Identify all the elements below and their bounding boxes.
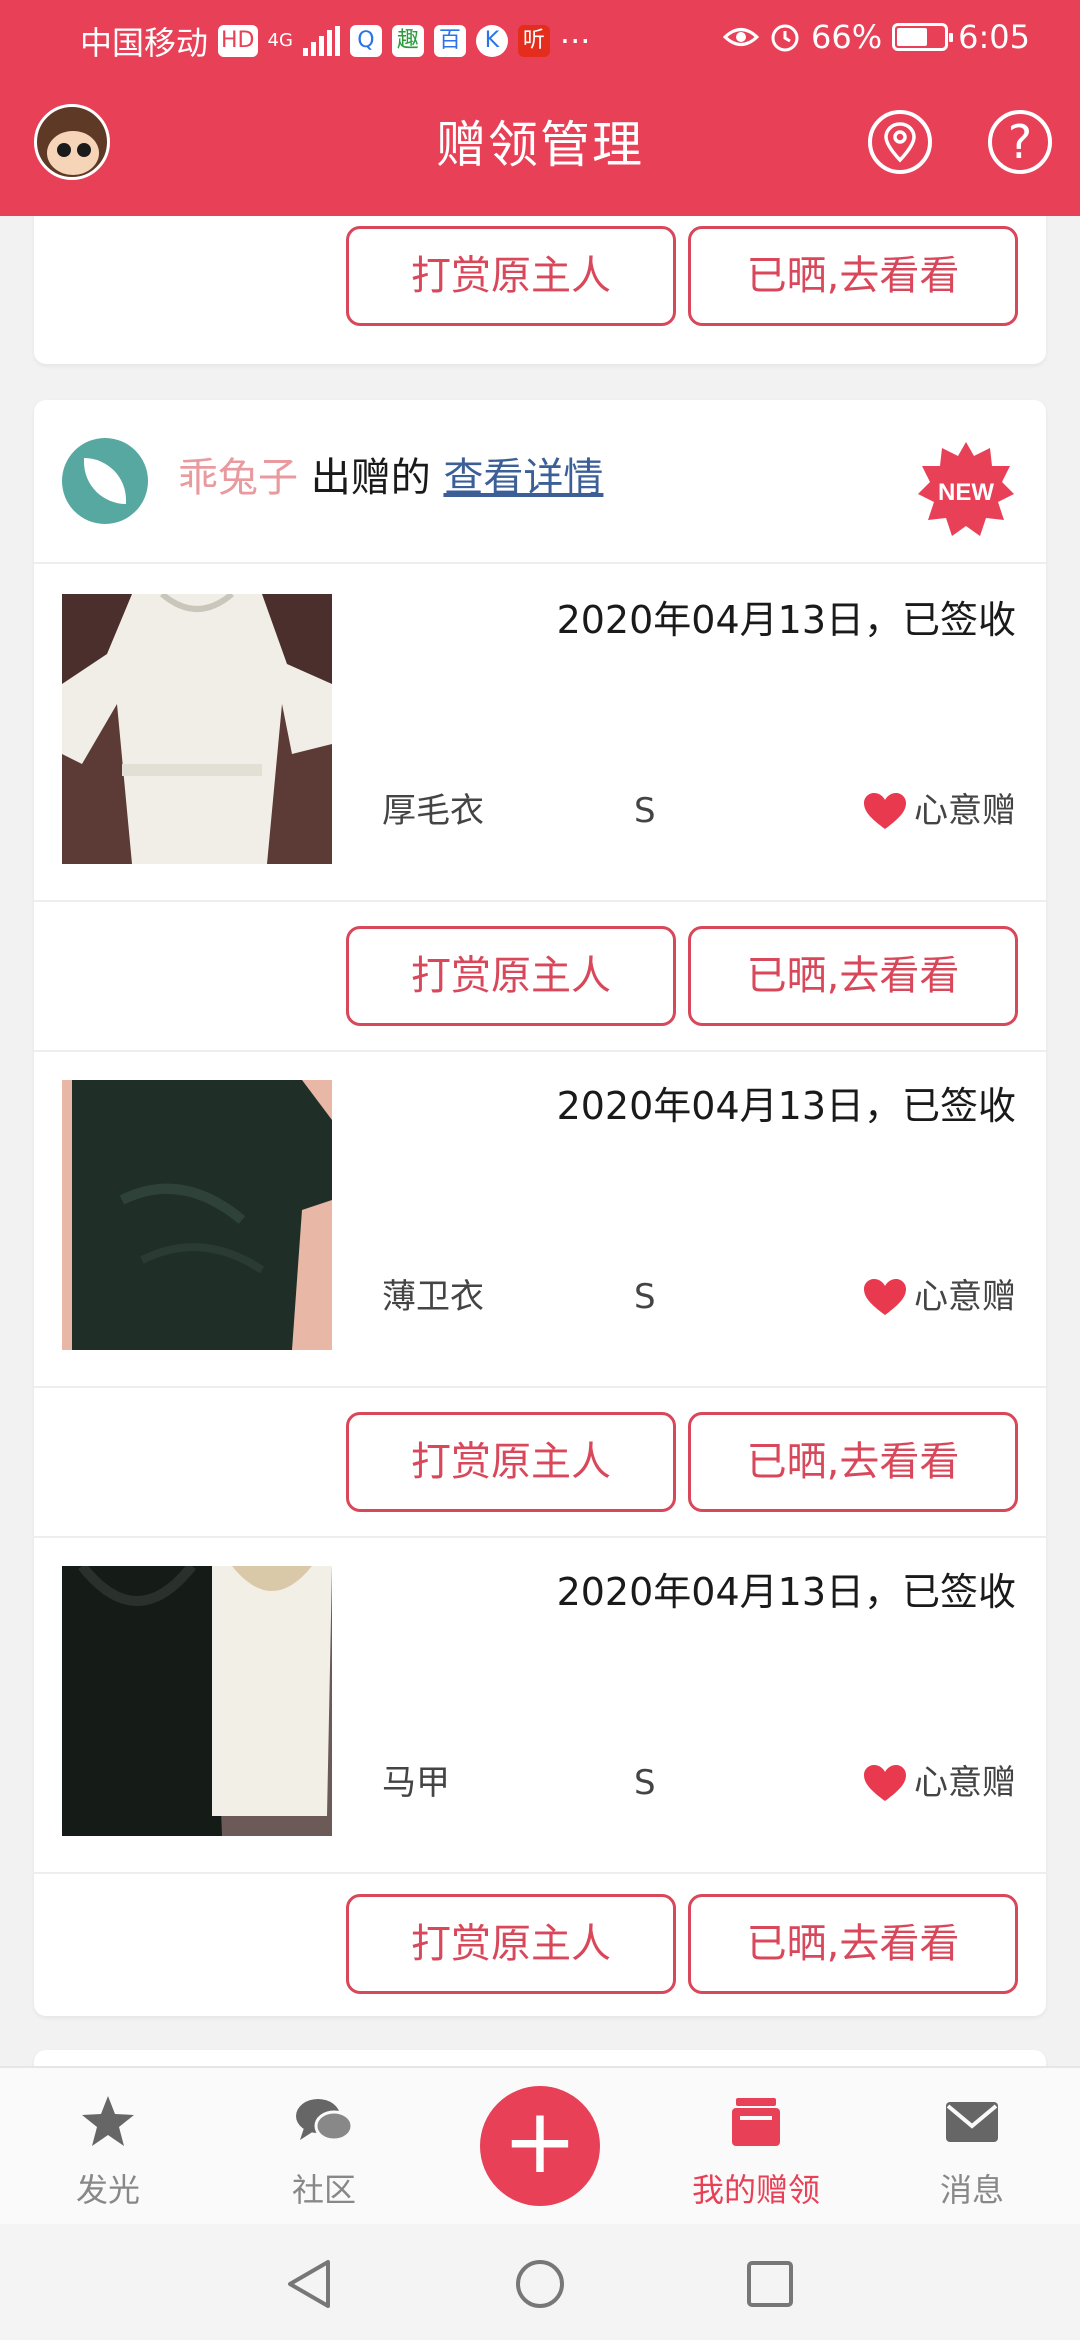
next-gift-card <box>34 2050 1046 2066</box>
item-photo-thick-sweater[interactable] <box>62 594 332 864</box>
gift-type-label: 心意赠 <box>914 1277 1016 1317</box>
item-name: 薄卫衣 <box>382 1277 484 1317</box>
nav-item-community[interactable]: 社区 <box>244 2068 404 2226</box>
item-name: 马甲 <box>382 1763 450 1803</box>
location-pin-icon[interactable] <box>868 110 932 174</box>
item-gift-type: 心意赠 <box>862 786 1016 836</box>
giver-name[interactable]: 乖兔子 <box>178 455 298 501</box>
tip-owner-button[interactable]: 打赏原主人 <box>346 926 676 1026</box>
tip-owner-button[interactable]: 打赏原主人 <box>346 1894 676 1994</box>
giver-row: 乖兔子 出赠的 查看详情 NEW <box>34 400 1046 562</box>
recent-apps-square-icon[interactable] <box>742 2256 798 2312</box>
status-left: 中国移动 HD 4G Q 趣 百 K 听 ··· <box>80 18 590 64</box>
app-icon-5: 听 <box>517 25 550 57</box>
heart-icon <box>864 1765 906 1801</box>
tip-owner-button[interactable]: 打赏原主人 <box>346 226 676 326</box>
hd-badge: HD <box>218 25 258 57</box>
item-actions: 打赏原主人 已晒,去看看 <box>34 1388 1046 1538</box>
item-photo-thin-hoodie[interactable] <box>62 1080 332 1350</box>
gift-item[interactable]: 2020年04月13日，已签收 厚毛衣 S 心意赠 <box>34 564 1046 900</box>
view-shared-button[interactable]: 已晒,去看看 <box>688 926 1018 1026</box>
nav-label: 我的赠领 <box>691 2171 820 2209</box>
view-shared-button[interactable]: 已晒,去看看 <box>688 1412 1018 1512</box>
nav-label: 社区 <box>291 2171 356 2209</box>
gift-list[interactable]: 打赏原主人 已晒,去看看 乖兔子 出赠的 查看详情 NEW 2020年04月13… <box>0 216 1080 2066</box>
more-notifications: ··· <box>559 22 591 60</box>
app-icon-4: K <box>475 25 508 57</box>
new-badge-text: NEW <box>938 479 994 506</box>
item-date-status: 2020年04月13日，已签收 <box>556 1570 1016 1614</box>
nav-label: 消息 <box>939 2171 1004 2209</box>
item-date-status: 2020年04月13日，已签收 <box>556 1084 1016 1128</box>
app-header: 中国移动 HD 4G Q 趣 百 K 听 ··· 66% 6:05 赠领管理 ? <box>0 0 1080 216</box>
carrier-label: 中国移动 <box>80 24 209 62</box>
clock: 6:05 <box>958 18 1030 56</box>
status-bar: 中国移动 HD 4G Q 趣 百 K 听 ··· 66% 6:05 <box>0 0 1080 74</box>
leaf-icon <box>84 458 126 504</box>
view-shared-button[interactable]: 已晒,去看看 <box>688 1894 1018 1994</box>
network-label: 4G <box>267 30 293 51</box>
previous-gift-card: 打赏原主人 已晒,去看看 <box>34 216 1046 364</box>
item-actions: 打赏原主人 已晒,去看看 <box>34 1874 1046 2024</box>
battery-percent: 66% <box>811 18 883 56</box>
view-shared-button[interactable]: 已晒,去看看 <box>688 226 1018 326</box>
item-gift-type: 心意赠 <box>862 1758 1016 1808</box>
nav-item-my-gifts[interactable]: 我的赠领 <box>676 2068 836 2226</box>
heart-icon <box>864 1279 906 1315</box>
eye-comfort-icon <box>723 28 760 46</box>
gift-card: 乖兔子 出赠的 查看详情 NEW 2020年04月13日，已签收 厚毛衣 S 心… <box>34 400 1046 2016</box>
nav-label: 发光 <box>75 2171 140 2209</box>
item-size: S <box>634 1763 656 1803</box>
item-actions: 打赏原主人 已晒,去看看 <box>34 902 1046 1052</box>
gift-type-label: 心意赠 <box>914 1763 1016 1803</box>
nav-item-messages[interactable]: 消息 <box>892 2068 1052 2226</box>
mail-icon <box>946 2102 998 2142</box>
help-question-icon[interactable]: ? <box>988 110 1052 174</box>
star-icon <box>82 2096 134 2146</box>
back-triangle-icon[interactable] <box>282 2256 338 2312</box>
giver-suffix: 出赠的 <box>310 455 431 501</box>
status-right: 66% 6:05 <box>723 18 1030 56</box>
new-badge-icon: NEW <box>918 442 1014 536</box>
giver-info: 乖兔子 出赠的 查看详情 <box>178 448 603 508</box>
app-icon-2: 趣 <box>391 25 424 57</box>
item-photo-vest[interactable] <box>62 1566 332 1836</box>
gift-item[interactable]: 2020年04月13日，已签收 薄卫衣 S 心意赠 <box>34 1050 1046 1386</box>
app-icon-3: 百 <box>433 25 466 57</box>
gift-item[interactable]: 2020年04月13日，已签收 马甲 S 心意赠 <box>34 1536 1046 1872</box>
battery-icon <box>892 23 954 51</box>
home-circle-icon[interactable] <box>512 2256 568 2312</box>
view-details-link[interactable]: 查看详情 <box>443 455 603 501</box>
giver-avatar[interactable] <box>62 438 148 524</box>
heart-icon <box>864 793 906 829</box>
gift-type-label: 心意赠 <box>914 791 1016 831</box>
nav-item-glow[interactable]: 发光 <box>28 2068 188 2226</box>
item-size: S <box>634 791 656 831</box>
item-date-status: 2020年04月13日，已签收 <box>556 598 1016 642</box>
tip-owner-button[interactable]: 打赏原主人 <box>346 1412 676 1512</box>
alarm-icon <box>771 24 799 52</box>
system-navigation-bar <box>0 2224 1080 2340</box>
app-icon-1: Q <box>349 25 382 57</box>
chat-bubbles-icon <box>296 2099 354 2142</box>
add-button[interactable]: + <box>480 2086 600 2206</box>
gift-box-icon <box>732 2098 780 2146</box>
item-name: 厚毛衣 <box>382 791 484 831</box>
item-size: S <box>634 1277 656 1317</box>
signal-icon <box>302 26 340 56</box>
item-gift-type: 心意赠 <box>862 1272 1016 1322</box>
